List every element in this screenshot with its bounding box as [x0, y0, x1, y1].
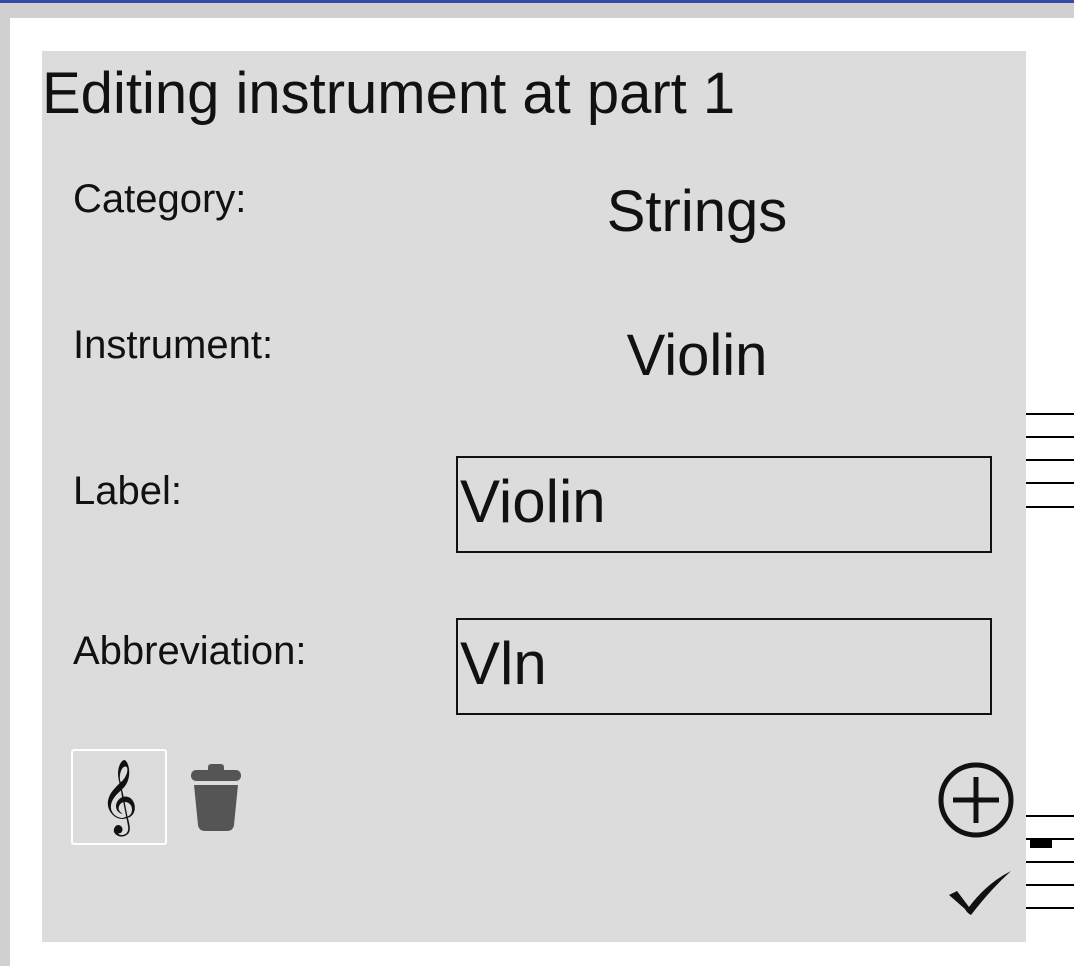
instrument-label: Instrument: [73, 323, 274, 367]
staff-line [1026, 436, 1074, 438]
category-label: Category: [73, 177, 247, 221]
edit-instrument-dialog: Editing instrument at part 1 Category: S… [42, 51, 1026, 942]
category-selector[interactable]: Strings [497, 183, 897, 241]
plus-circle-icon [938, 762, 1014, 838]
dialog-title: Editing instrument at part 1 [42, 61, 736, 126]
delete-button[interactable] [188, 763, 244, 833]
note-head [1030, 839, 1052, 848]
staff-line [1026, 506, 1074, 508]
treble-clef-icon: 𝄞 [100, 760, 138, 834]
abbreviation-input[interactable]: Vln [456, 618, 992, 715]
staff-line [1026, 884, 1074, 886]
check-icon [949, 871, 1011, 915]
abbreviation-field-label: Abbreviation: [73, 629, 307, 673]
window-top-bar [0, 3, 1074, 18]
window-left-bar [0, 18, 10, 966]
confirm-button[interactable] [947, 869, 1013, 919]
trash-icon [191, 764, 241, 831]
clef-button[interactable]: 𝄞 [71, 749, 167, 845]
staff-line [1026, 482, 1074, 484]
add-button[interactable] [935, 759, 1017, 841]
staff-line [1026, 413, 1074, 415]
label-input[interactable]: Violin [456, 456, 992, 553]
staff-line [1026, 815, 1074, 817]
label-field-label: Label: [73, 469, 182, 513]
staff-line [1026, 459, 1074, 461]
staff-line [1026, 861, 1074, 863]
staff-line [1026, 907, 1074, 909]
instrument-selector[interactable]: Violin [497, 327, 897, 385]
